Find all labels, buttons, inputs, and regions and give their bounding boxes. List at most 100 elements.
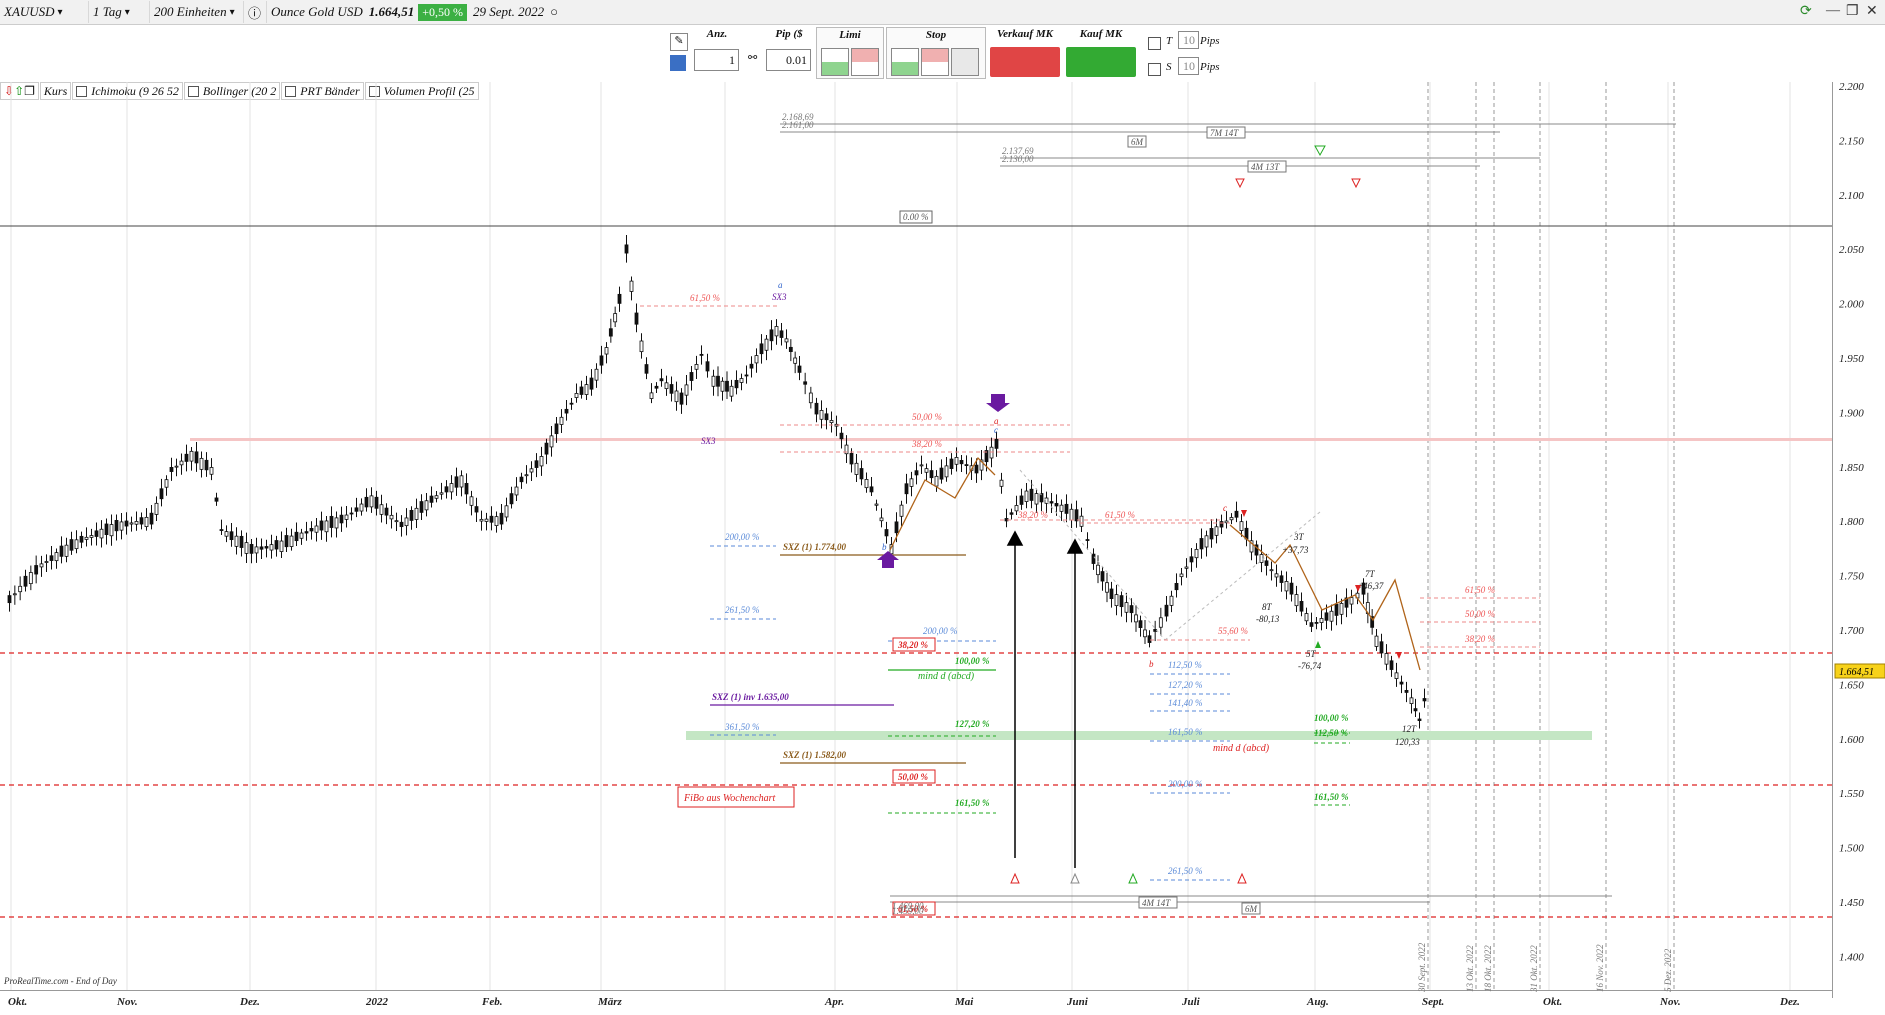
candle-body <box>28 572 33 585</box>
candle-body <box>589 377 594 390</box>
candle-body <box>689 372 694 381</box>
candle-body <box>44 561 49 563</box>
candle-body <box>1334 603 1339 616</box>
refresh-icon[interactable]: ⟳ <box>1800 3 1812 20</box>
candle-body <box>1134 614 1138 623</box>
candle-body <box>39 563 44 568</box>
candle-body <box>1329 610 1334 622</box>
level-2161: 2.161,00 <box>782 120 814 130</box>
pip-group: Pip ($ 0.01 <box>764 27 814 77</box>
circle-icon: ○ <box>550 4 558 19</box>
price-tick-label: 1.550 <box>1839 788 1864 800</box>
candle-body <box>864 479 869 489</box>
candle-body <box>899 504 904 517</box>
candle-body <box>374 496 379 509</box>
link-icon[interactable]: ⚯ <box>744 27 762 77</box>
candle-body <box>1379 641 1384 654</box>
stop-buy-button[interactable] <box>891 48 919 76</box>
candle-body <box>339 514 344 524</box>
candle-body <box>429 495 434 503</box>
limit-buy-button[interactable] <box>821 48 849 76</box>
candle-body <box>279 540 284 552</box>
price-axis[interactable]: 2.200 2.150 2.100 2.050 2.000 1.950 1.900 1.850… <box>1832 81 1885 998</box>
candle-body <box>399 521 404 528</box>
candle-body <box>769 329 774 342</box>
candle-body <box>179 460 184 466</box>
candle-body <box>1422 698 1427 702</box>
green-label: 100,00 % <box>955 656 990 666</box>
candle-body <box>23 575 28 587</box>
candle-body <box>114 519 119 532</box>
wrench-icon[interactable]: ✎ <box>670 33 688 51</box>
candle-body <box>109 524 114 537</box>
candle-body <box>504 505 509 518</box>
candle-body <box>754 355 759 364</box>
candle-body <box>49 555 54 561</box>
buy-signal-icon <box>1010 872 1020 884</box>
candle-body <box>1143 629 1147 638</box>
candle-body <box>1339 603 1344 615</box>
change-badge: +0,50 % <box>418 3 467 21</box>
candle-body <box>1284 581 1289 592</box>
sell-label: Verkauf MK <box>997 28 1053 40</box>
s-input[interactable]: 10 <box>1178 57 1199 75</box>
candle-body <box>314 525 319 533</box>
wave-label: a <box>994 416 999 426</box>
sell-market-button[interactable] <box>990 47 1060 77</box>
units-label: 200 Einheiten <box>154 4 227 19</box>
candle-body <box>814 402 819 415</box>
minimize-icon[interactable]: — <box>1826 3 1840 19</box>
stop-group: Stop <box>886 27 986 79</box>
stop-sell-button[interactable] <box>921 48 949 76</box>
candle-body <box>359 503 364 512</box>
stop-oco-button[interactable] <box>951 48 979 76</box>
s-checkbox[interactable] <box>1148 63 1161 76</box>
s-label: S <box>1166 61 1172 73</box>
candle-body <box>224 531 229 537</box>
candle-body <box>149 512 154 525</box>
green-label: 100,00 % <box>1314 713 1349 723</box>
candle-body <box>1264 560 1269 566</box>
ext-label: 200,00 % <box>1168 779 1203 789</box>
candle-body <box>974 464 979 474</box>
candle-body <box>254 546 259 554</box>
s-pips-label: Pips <box>1200 61 1220 73</box>
buy-market-button[interactable] <box>1066 47 1136 77</box>
timeframe-selector[interactable]: 1 Tag ▾ <box>89 1 150 23</box>
calculator-icon[interactable] <box>670 55 686 71</box>
candle-body <box>1274 573 1279 578</box>
fib-label: 61,50 % <box>1105 510 1135 520</box>
candle-body <box>1059 504 1064 512</box>
candle-body <box>784 338 789 343</box>
t-input[interactable]: 10 <box>1178 31 1199 49</box>
candle-body <box>1174 582 1179 591</box>
candle-body <box>104 523 109 536</box>
candle-body <box>124 520 129 527</box>
price-chart[interactable]: 0.00 % 2.168,69 2.161,00 2.137,69 2.130,… <box>0 82 1832 990</box>
quantity-group: Anz. 1 <box>692 27 742 77</box>
candles <box>7 234 1427 729</box>
candle-body <box>797 365 802 373</box>
candle-body <box>1054 503 1059 507</box>
close-icon[interactable]: ✕ <box>1866 3 1878 20</box>
symbol-selector[interactable]: XAUUSD ▾ <box>0 1 89 23</box>
swing-label: 3T <box>1293 532 1305 542</box>
sxz-label: SXZ (1) 1.582,00 <box>783 750 847 760</box>
t-checkbox[interactable] <box>1148 37 1161 50</box>
quantity-input[interactable]: 1 <box>694 49 739 71</box>
footer-text: ProRealTime.com - End of Day <box>4 976 117 986</box>
limit-sell-button[interactable] <box>851 48 879 76</box>
candle-body <box>539 456 544 467</box>
candle-body <box>829 420 834 424</box>
pip-input[interactable]: 0.01 <box>766 49 811 71</box>
candle-body <box>604 347 609 355</box>
units-selector[interactable]: 200 Einheiten ▾ <box>150 1 244 23</box>
candle-body <box>788 346 793 352</box>
buy-market-group: Kauf MK <box>1064 27 1138 77</box>
fib-label: 38,20 % <box>1464 634 1495 644</box>
candle-body <box>79 535 84 543</box>
info-icon[interactable]: ⓘ <box>244 1 267 23</box>
tag-4m14t: 4M 14T <box>1142 898 1171 908</box>
restore-icon[interactable]: ❐ <box>1846 3 1859 20</box>
future-date-label: 18 Okt. 2022 <box>1483 945 1493 992</box>
